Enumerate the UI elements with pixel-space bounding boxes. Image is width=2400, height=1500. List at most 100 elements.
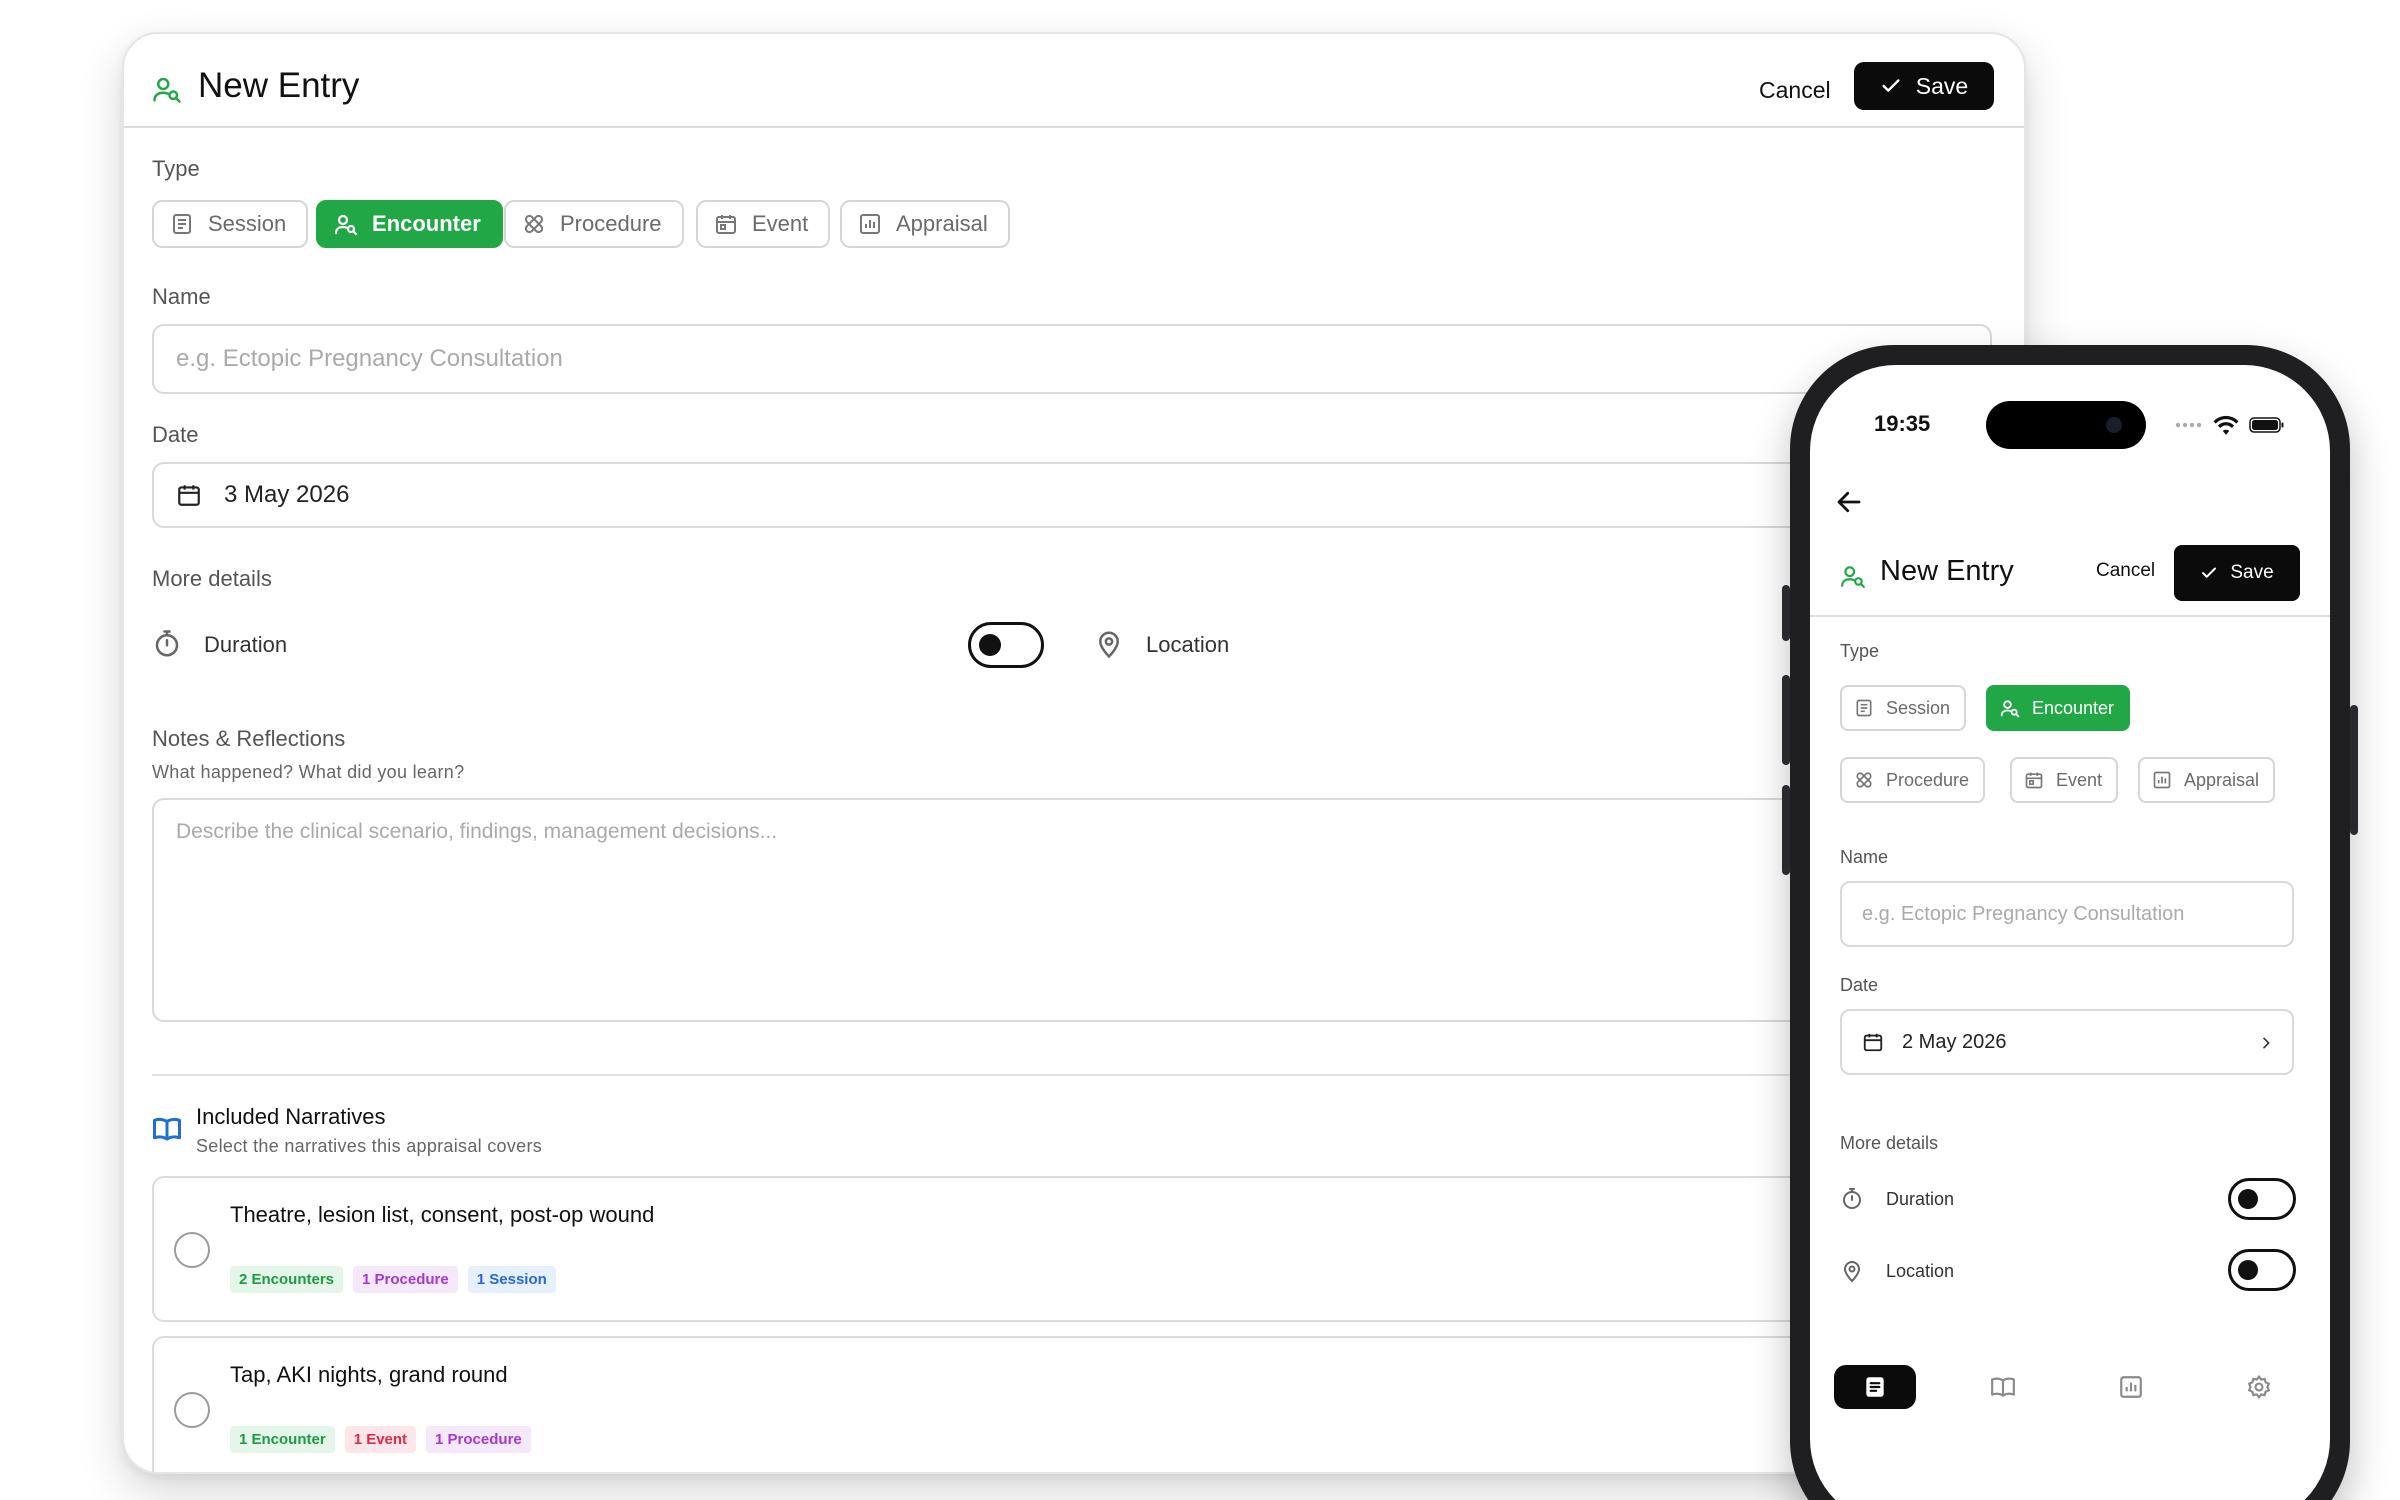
save-button[interactable]: Save	[1854, 62, 1994, 110]
phone-type-chip-event[interactable]: Event	[2010, 757, 2119, 803]
location-pin-icon	[1843, 1261, 1861, 1283]
phone-type-chip-encounter[interactable]: Encounter	[1986, 685, 2131, 731]
encounter-icon	[1841, 566, 1865, 588]
date-picker[interactable]: 3 May 2026	[152, 462, 2024, 528]
save-label: Save	[2230, 562, 2274, 583]
notes-hint: What happened? What did you learn?	[152, 762, 465, 782]
divider	[152, 1074, 2024, 1076]
type-chip-label: Event	[2056, 769, 2103, 790]
bar-chart-icon	[860, 214, 880, 234]
phone-cancel-button[interactable]: Cancel	[2096, 560, 2155, 582]
phone-type-chip-appraisal[interactable]: Appraisal	[2138, 757, 2276, 803]
narrative-radio[interactable]	[174, 1392, 210, 1428]
phone-page-title: New Entry	[1880, 555, 2014, 587]
side-button	[1782, 585, 1790, 641]
type-chip-label: Appraisal	[896, 211, 988, 236]
phone-type-label: Type	[1840, 641, 1880, 661]
encounter-icon	[2000, 700, 2020, 718]
narrative-title: Theatre, lesion list, consent, post-op w…	[230, 1202, 655, 1227]
type-chip-session[interactable]: Session	[152, 200, 309, 248]
calendar-icon	[2025, 772, 2043, 789]
type-chip-label: Event	[752, 211, 809, 236]
phone-more-details-label: More details	[1840, 1133, 1939, 1153]
tag-event: 1 Event	[344, 1426, 417, 1453]
desktop-header: New Entry Cancel Save	[124, 34, 2024, 128]
type-chip-encounter[interactable]: Encounter	[316, 200, 503, 248]
date-value: 2 May 2026	[1902, 1030, 2007, 1053]
calendar-icon	[1863, 1033, 1883, 1052]
side-button	[1782, 785, 1790, 875]
tab-settings[interactable]	[2218, 1365, 2300, 1409]
dynamic-island	[1986, 401, 2146, 449]
phone-type-chip-session[interactable]: Session	[1840, 685, 1967, 731]
type-chip-label: Session	[208, 211, 287, 236]
side-button	[2350, 705, 2358, 835]
phone-date-label: Date	[1840, 975, 1879, 995]
narrative-radio[interactable]	[174, 1232, 210, 1268]
phone-screen: 19:35 New Entry Cancel Save Type Session	[1810, 365, 2330, 1500]
tag-procedure: 1 Procedure	[353, 1266, 458, 1293]
tab-narratives[interactable]	[1962, 1365, 2044, 1409]
document-icon	[173, 214, 191, 234]
narrative-card[interactable]: Theatre, lesion list, consent, post-op w…	[152, 1176, 2024, 1322]
battery-icon	[2249, 417, 2284, 433]
phone-duration-label: Duration	[1886, 1189, 1955, 1209]
type-chip-label: Appraisal	[2184, 769, 2260, 790]
phone-location-toggle[interactable]	[2228, 1249, 2296, 1291]
phone-name-label: Name	[1840, 847, 1889, 867]
check-icon	[1882, 79, 1900, 92]
narratives-icon	[1991, 1377, 2015, 1397]
tab-bar	[1810, 1365, 2330, 1445]
phone-date-picker[interactable]: 2 May 2026	[1840, 1009, 2294, 1075]
tag-procedure: 1 Procedure	[426, 1426, 531, 1453]
calendar-icon	[716, 215, 736, 234]
phone-location-label: Location	[1886, 1261, 1955, 1281]
phone-duration-toggle[interactable]	[2228, 1178, 2296, 1220]
phone-type-chip-procedure[interactable]: Procedure	[1840, 757, 1986, 803]
check-icon	[2202, 567, 2217, 578]
name-input[interactable]: e.g. Ectopic Pregnancy Consultation	[152, 324, 1992, 394]
notes-textarea[interactable]: Describe the clinical scenario, findings…	[152, 798, 2024, 1022]
type-chip-label: Encounter	[372, 211, 481, 236]
phone-name-input[interactable]: e.g. Ectopic Pregnancy Consultation	[1840, 881, 2294, 947]
type-label: Type	[152, 156, 200, 181]
more-details-label: More details	[152, 566, 272, 591]
cancel-button[interactable]: Cancel	[1759, 70, 1831, 110]
back-arrow-icon[interactable]	[1834, 487, 1864, 517]
type-chip-label: Procedure	[1886, 769, 1970, 790]
type-chip-label: Procedure	[560, 211, 662, 236]
bar-chart-icon	[2153, 771, 2171, 789]
tab-appraisal[interactable]	[2090, 1365, 2172, 1409]
stopwatch-icon	[155, 630, 179, 657]
type-chip-appraisal[interactable]: Appraisal	[840, 200, 1010, 248]
appraisal-icon	[2120, 1376, 2142, 1398]
document-icon	[1856, 699, 1872, 717]
duration-toggle[interactable]	[968, 622, 1044, 668]
narrative-card[interactable]: Tap, AKI nights, grand round 1 Encounter…	[152, 1336, 2024, 1472]
open-book-icon	[153, 1117, 181, 1141]
calendar-icon	[178, 485, 200, 506]
chevron-right-icon	[2263, 1037, 2270, 1049]
location-label: Location	[1146, 632, 1230, 657]
type-chip-event[interactable]: Event	[696, 200, 831, 248]
tag-encounters: 2 Encounters	[230, 1266, 344, 1293]
phone-frame: 19:35 New Entry Cancel Save Type Session	[1782, 345, 2358, 1500]
encounter-icon	[334, 214, 358, 236]
tab-entries[interactable]	[1834, 1365, 1916, 1409]
date-value: 3 May 2026	[224, 481, 350, 508]
narratives-title: Included Narratives	[196, 1104, 386, 1129]
narrative-title: Tap, AKI nights, grand round	[230, 1362, 508, 1387]
save-label: Save	[1915, 72, 1969, 99]
stopwatch-icon	[1843, 1188, 1861, 1209]
phone-save-button[interactable]: Save	[2174, 545, 2300, 601]
name-label: Name	[152, 284, 211, 309]
wifi-icon	[2213, 415, 2239, 435]
type-chip-procedure[interactable]: Procedure	[504, 200, 684, 248]
divider	[1810, 615, 2330, 617]
settings-icon	[2247, 1374, 2271, 1400]
location-pin-icon	[1098, 631, 1120, 659]
bandage-icon	[524, 214, 544, 234]
status-time: 19:35	[1874, 411, 1931, 436]
bandage-icon	[1856, 772, 1872, 788]
type-chip-label: Encounter	[2032, 697, 2115, 718]
